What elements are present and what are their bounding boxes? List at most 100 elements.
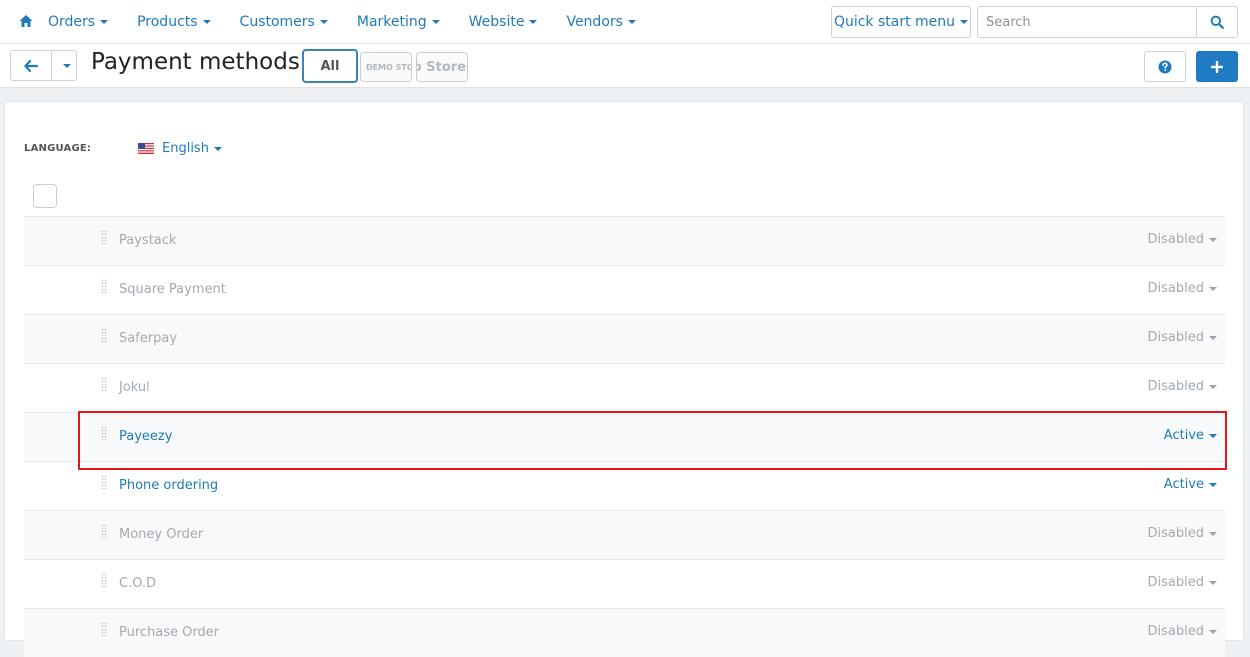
caret-down-icon xyxy=(202,20,211,24)
store-tab-all[interactable]: All xyxy=(302,49,358,83)
nav-products-label: Products xyxy=(137,14,198,30)
language-value: English xyxy=(162,141,209,156)
caret-down-icon xyxy=(1209,335,1217,340)
drag-handle-icon[interactable] xyxy=(101,475,107,491)
caret-down-icon xyxy=(319,20,328,24)
status-dropdown[interactable]: Disabled xyxy=(1148,575,1217,590)
table-row: Square Payment Disabled xyxy=(24,265,1225,314)
status-dropdown[interactable]: Active xyxy=(1164,477,1217,492)
top-navigation: Orders Products Customers Marketing Webs… xyxy=(0,0,1250,44)
caret-down-icon xyxy=(1209,286,1217,291)
status-dropdown[interactable]: Active xyxy=(1164,428,1217,443)
nav-products[interactable]: Products xyxy=(137,14,211,30)
status-label: Disabled xyxy=(1147,281,1204,296)
table-row: C.O.D Disabled xyxy=(24,559,1225,608)
status-dropdown[interactable]: Disabled xyxy=(1148,232,1217,247)
nav-vendors[interactable]: Vendors xyxy=(566,14,636,30)
payment-method-name[interactable]: Money Order xyxy=(119,527,203,542)
payment-method-name[interactable]: Payeezy xyxy=(119,429,172,444)
plus-icon xyxy=(1211,60,1223,73)
payment-method-name[interactable]: Purchase Order xyxy=(119,625,219,640)
nav-orders[interactable]: Orders xyxy=(48,14,109,30)
caret-down-icon xyxy=(529,20,538,24)
caret-down-icon xyxy=(1209,482,1217,487)
quick-start-label: Quick start menu xyxy=(833,14,956,30)
payment-method-name[interactable]: Phone ordering xyxy=(119,478,218,493)
question-circle-icon xyxy=(1158,60,1172,73)
caret-down-icon xyxy=(213,146,222,151)
nav-website-label: Website xyxy=(468,14,525,30)
caret-down-icon xyxy=(62,63,71,68)
search-box xyxy=(977,6,1238,38)
status-label: Disabled xyxy=(1147,232,1204,247)
table-row: Saferpay Disabled xyxy=(24,314,1225,363)
table-row: Money Order Disabled xyxy=(24,510,1225,559)
status-label: Disabled xyxy=(1147,624,1204,639)
drag-handle-icon[interactable] xyxy=(101,426,107,442)
home-icon[interactable] xyxy=(18,13,34,29)
status-label: Disabled xyxy=(1147,379,1204,394)
caret-down-icon xyxy=(1209,531,1217,536)
page-header: Payment methods All DEMO STORE Demo Stor… xyxy=(0,44,1250,88)
add-payment-method-button[interactable] xyxy=(1196,51,1238,82)
nav-orders-label: Orders xyxy=(48,14,96,30)
store-logo-demo[interactable]: DEMO STORE xyxy=(360,52,412,82)
nav-marketing-label: Marketing xyxy=(356,14,427,30)
language-label: LANGUAGE: xyxy=(24,143,92,154)
main-content-panel: LANGUAGE: English Paystack Disabled Squa… xyxy=(4,101,1244,657)
caret-down-icon xyxy=(627,20,636,24)
payment-methods-list: Paystack Disabled Square Payment Disable… xyxy=(24,216,1225,657)
page-title: Payment methods xyxy=(91,49,300,75)
status-dropdown[interactable]: Disabled xyxy=(1148,281,1217,296)
drag-handle-icon[interactable] xyxy=(101,230,107,246)
drag-handle-icon[interactable] xyxy=(101,328,107,344)
status-dropdown[interactable]: Disabled xyxy=(1148,379,1217,394)
quick-start-menu-button[interactable]: Quick start menu xyxy=(831,6,971,38)
status-dropdown[interactable]: Disabled xyxy=(1148,526,1217,541)
status-dropdown[interactable]: Disabled xyxy=(1148,624,1217,639)
table-row: Jokul Disabled xyxy=(24,363,1225,412)
nav-website[interactable]: Website xyxy=(469,14,538,30)
table-row: Payeezy Active xyxy=(24,412,1225,461)
search-icon xyxy=(1210,15,1224,29)
back-button[interactable] xyxy=(11,51,52,80)
caret-down-icon xyxy=(1209,237,1217,242)
status-label: Disabled xyxy=(1147,526,1204,541)
search-button[interactable] xyxy=(1196,7,1237,37)
drag-handle-icon[interactable] xyxy=(101,279,107,295)
drag-handle-icon[interactable] xyxy=(101,377,107,393)
status-label: Active xyxy=(1163,428,1204,443)
nav-marketing[interactable]: Marketing xyxy=(357,14,440,30)
help-button[interactable] xyxy=(1144,51,1186,82)
nav-vendors-label: Vendors xyxy=(566,14,623,30)
status-label: Active xyxy=(1163,477,1204,492)
drag-handle-icon[interactable] xyxy=(101,622,107,638)
payment-method-name[interactable]: C.O.D xyxy=(119,576,156,591)
search-input[interactable] xyxy=(978,7,1196,37)
table-row: Phone ordering Active xyxy=(24,461,1225,510)
status-dropdown[interactable]: Disabled xyxy=(1148,330,1217,345)
status-label: Disabled xyxy=(1147,330,1204,345)
caret-down-icon xyxy=(100,20,109,24)
nav-customers[interactable]: Customers xyxy=(240,14,328,30)
caret-down-icon xyxy=(1209,433,1217,438)
us-flag-icon xyxy=(138,143,154,154)
caret-down-icon xyxy=(960,20,969,24)
table-row: Paystack Disabled xyxy=(24,216,1225,265)
payment-method-name[interactable]: Paystack xyxy=(119,233,176,248)
language-selector[interactable]: English xyxy=(138,141,222,156)
payment-method-name[interactable]: Square Payment xyxy=(119,282,226,297)
caret-down-icon xyxy=(1209,384,1217,389)
payment-method-name[interactable]: Saferpay xyxy=(119,331,177,346)
caret-down-icon xyxy=(1209,580,1217,585)
store-logo-demo-store[interactable]: Demo Store xyxy=(416,52,468,82)
back-button-group xyxy=(10,50,77,81)
table-row: Purchase Order Disabled xyxy=(24,608,1225,657)
payment-method-name[interactable]: Jokul xyxy=(119,380,150,395)
select-all-checkbox[interactable] xyxy=(33,184,57,208)
drag-handle-icon[interactable] xyxy=(101,524,107,540)
main-menu: Orders Products Customers Marketing Webs… xyxy=(48,0,665,44)
caret-down-icon xyxy=(431,20,440,24)
back-history-dropdown[interactable] xyxy=(52,51,76,80)
drag-handle-icon[interactable] xyxy=(101,573,107,589)
